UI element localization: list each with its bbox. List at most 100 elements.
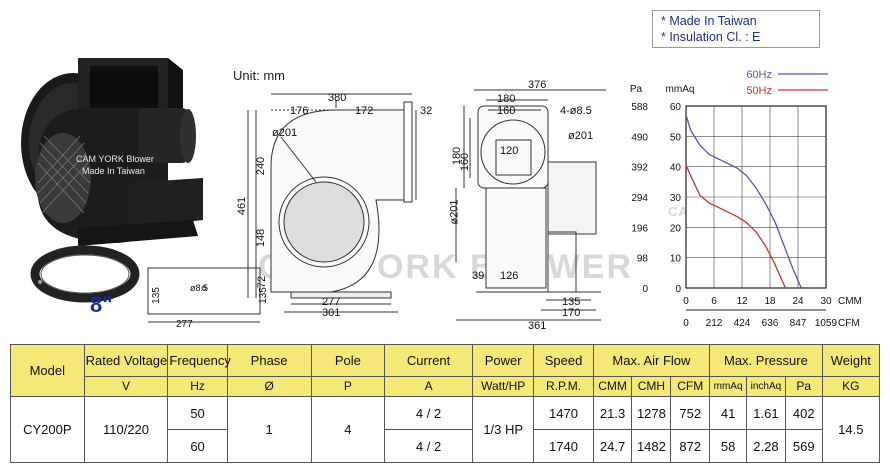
cell-pa-50: 402 bbox=[784, 396, 823, 430]
th-current: Current bbox=[384, 344, 474, 377]
dim-side-holes: 4-ø8.5 bbox=[560, 105, 592, 117]
table-row: CY200P 110/220 50 1 4 4 / 2 1/3 HP 1470 … bbox=[10, 396, 881, 463]
y-tick-mmaq: 50 bbox=[670, 132, 682, 143]
dim-front-inlet: ø201 bbox=[272, 127, 298, 139]
cell-inchaq-50: 1.61 bbox=[745, 396, 786, 430]
unit-label: Unit: mm bbox=[233, 68, 285, 83]
unit-cfm: CFM bbox=[670, 376, 711, 397]
th-frequency: Frequency bbox=[167, 344, 231, 377]
y-tick-mmaq: 0 bbox=[675, 284, 681, 295]
cell-voltage: 110/220 bbox=[83, 396, 169, 463]
blower-size-label: 8" bbox=[90, 292, 113, 317]
dim-side-outlet: ø201 bbox=[568, 130, 594, 142]
th-power: Power bbox=[472, 344, 535, 377]
note-insulation: * Insulation Cl. : E bbox=[661, 30, 761, 44]
cell-model: CY200P bbox=[10, 396, 85, 463]
cell-current-60: 4 / 2 bbox=[384, 429, 474, 463]
x-tick-cfm: 424 bbox=[734, 318, 751, 329]
spec-table: Model Rated Voltage Frequency Phase Pole… bbox=[10, 344, 881, 463]
dim-side-leg-left: 39 bbox=[472, 270, 485, 282]
cell-weight: 14.5 bbox=[821, 396, 881, 463]
photo-logo-caption: CAM YORK Blower bbox=[76, 154, 154, 164]
cell-cfm-50: 752 bbox=[670, 396, 711, 430]
unit-phase: Ø bbox=[226, 376, 312, 397]
dim-front-height: 461 bbox=[236, 196, 249, 216]
cell-cmm-50: 21.3 bbox=[592, 396, 633, 430]
cell-freq-60: 60 bbox=[167, 429, 228, 463]
x-tick-cmm: 30 bbox=[820, 296, 832, 307]
unit-current: A bbox=[384, 376, 474, 397]
y-tick-mmaq: 10 bbox=[670, 254, 682, 265]
cell-rpm-50: 1470 bbox=[533, 396, 594, 430]
dim-base-width: 277 bbox=[176, 319, 193, 330]
cell-cmh-50: 1278 bbox=[631, 396, 672, 430]
th-speed: Speed bbox=[533, 344, 594, 377]
x-tick-cfm: 212 bbox=[706, 318, 723, 329]
dim-front-left: 176 bbox=[290, 105, 309, 117]
unit-pole: P bbox=[310, 376, 386, 397]
x-tick-cfm: 847 bbox=[790, 318, 807, 329]
cell-phase: 1 bbox=[226, 396, 312, 463]
y-tick-pa: 98 bbox=[637, 254, 649, 265]
dim-side-leg-width: 126 bbox=[500, 270, 519, 282]
legend-label-50hz: 50Hz bbox=[746, 85, 772, 97]
x-tick-cmm: 18 bbox=[764, 296, 776, 307]
performance-chart: 0062121242418636248473010590010982019630… bbox=[630, 69, 862, 329]
blower-illustration bbox=[21, 58, 203, 246]
cell-mmaq-50: 41 bbox=[709, 396, 747, 430]
side-view-drawing bbox=[455, 89, 606, 321]
y-tick-mmaq: 20 bbox=[670, 223, 682, 234]
y-tick-pa: 588 bbox=[631, 102, 648, 113]
y-tick-mmaq: 40 bbox=[670, 163, 682, 174]
dim-base-height-left: 135 bbox=[150, 287, 162, 304]
dim-side-flange-inner: 160 bbox=[497, 105, 516, 117]
product-photo: CAM YORK Blower Made In Taiwan bbox=[18, 48, 228, 258]
unit-rpm: R.P.M. bbox=[533, 376, 594, 397]
y-label-mmaq: mmAq bbox=[666, 84, 695, 95]
dim-front-flange: 32 bbox=[420, 105, 433, 117]
cell-inchaq-60: 2.28 bbox=[745, 429, 786, 463]
th-model: Model bbox=[10, 344, 85, 397]
cell-freq-50: 50 bbox=[167, 396, 228, 430]
dim-side-h160: 160 bbox=[459, 152, 472, 172]
y-tick-pa: 392 bbox=[631, 163, 648, 174]
y-tick-pa: 196 bbox=[631, 223, 648, 234]
unit-kg: KG bbox=[821, 376, 881, 397]
x-tick-cfm: 1059 bbox=[815, 318, 838, 329]
x-label-cfm: CFM bbox=[838, 318, 860, 329]
dim-side-base-outer: 170 bbox=[562, 307, 581, 319]
y-tick-pa: 490 bbox=[631, 132, 648, 143]
cell-cfm-60: 872 bbox=[670, 429, 711, 463]
cell-pole: 4 bbox=[310, 396, 386, 463]
dim-front-right: 172 bbox=[355, 105, 374, 117]
y-tick-pa: 294 bbox=[631, 193, 648, 204]
th-max-air-flow: Max. Air Flow bbox=[592, 344, 711, 377]
x-label-cmm: CMM bbox=[838, 296, 862, 307]
photo-made-caption: Made In Taiwan bbox=[82, 166, 145, 176]
dim-side-outlet-inner: 120 bbox=[500, 145, 519, 157]
y-tick-mmaq: 60 bbox=[670, 102, 682, 113]
unit-v: V bbox=[83, 376, 169, 397]
cell-cmm-60: 24.7 bbox=[592, 429, 633, 463]
notes-box: * Made In Taiwan * Insulation Cl. : E bbox=[652, 10, 820, 48]
y-tick-mmaq: 30 bbox=[670, 193, 682, 204]
dim-side-overall: 376 bbox=[528, 79, 547, 91]
unit-hz: Hz bbox=[167, 376, 228, 397]
unit-power: Watt/HP bbox=[472, 376, 535, 397]
x-tick-cfm: 0 bbox=[683, 318, 689, 329]
th-rated-voltage: Rated Voltage bbox=[83, 344, 169, 377]
mounting-ring-illustration bbox=[30, 245, 140, 303]
unit-mmaq: mmAq bbox=[709, 376, 747, 397]
unit-cmm: CMM bbox=[592, 376, 633, 397]
table-unit-row: V Hz Ø P A Watt/HP R.P.M. CMM CMH CFM mm… bbox=[11, 376, 881, 397]
dim-front-base-outer: 301 bbox=[322, 307, 341, 319]
x-tick-cmm: 12 bbox=[736, 296, 748, 307]
unit-inchaq: inchAq bbox=[745, 376, 786, 397]
unit-pa: Pa bbox=[784, 376, 823, 397]
dim-front-middle: 148 bbox=[255, 228, 268, 248]
dim-base-hole: ø8.5 bbox=[190, 283, 209, 293]
th-max-pressure: Max. Pressure bbox=[709, 344, 823, 377]
dim-front-upper: 240 bbox=[255, 156, 268, 176]
legend-label-60hz: 60Hz bbox=[746, 69, 772, 81]
th-phase: Phase bbox=[226, 344, 312, 377]
